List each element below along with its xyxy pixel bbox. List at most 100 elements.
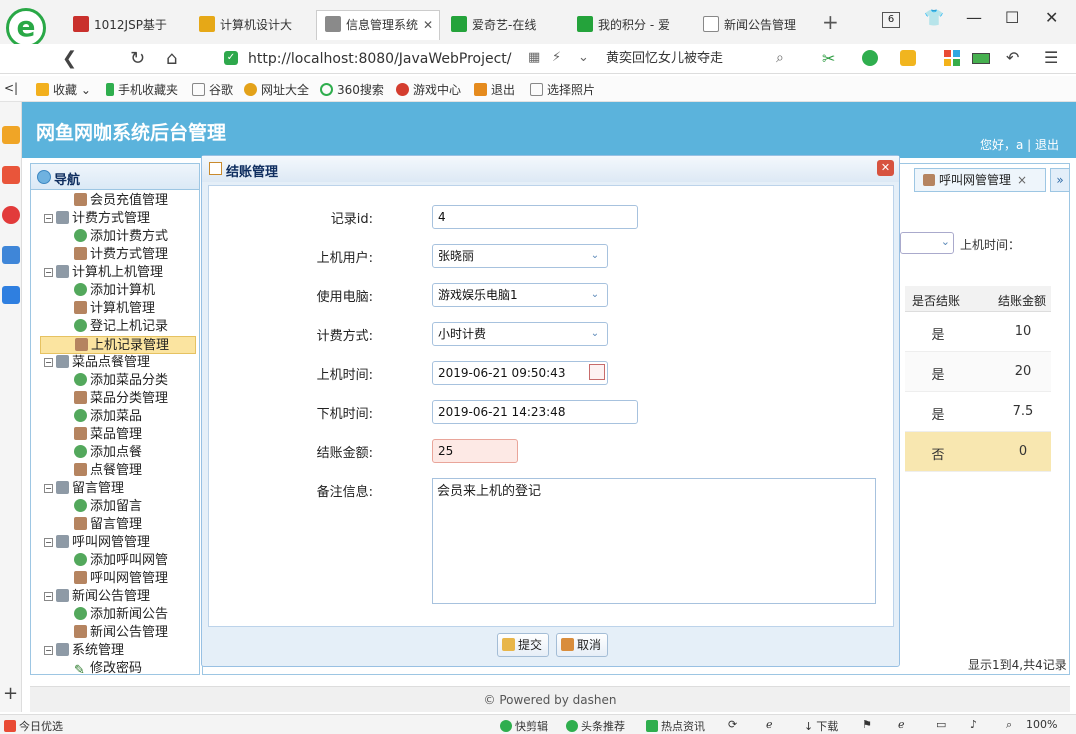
tab-scroll-right-button[interactable]: » [1050,168,1070,192]
lightning-icon[interactable]: ⚡ [552,50,561,65]
nav-item[interactable]: 添加菜品 [74,408,142,426]
nav-item[interactable]: 添加计费方式 [74,228,168,246]
close-tab-icon[interactable]: × [1017,173,1027,187]
url-input[interactable]: http://localhost:8080/JavaWebProject/ [216,48,600,70]
skin-icon[interactable]: 👕 [924,8,944,27]
nav-item[interactable]: 添加菜品分类 [74,372,168,390]
computer-select[interactable]: 游戏娱乐电脑1 ⌄ [432,283,608,307]
column-header-paid[interactable]: 是否结账 [912,292,960,309]
column-header-amount[interactable]: 结账金额 [998,292,1046,309]
dropdown-icon[interactable]: ⌄ [578,50,589,65]
tab-count-badge[interactable]: 6 [882,12,900,28]
nav-item[interactable]: 计算机管理 [74,300,155,318]
nav-item[interactable]: 上机记录管理 [40,336,196,354]
nav-item[interactable]: 添加呼叫网管 [74,552,168,570]
bookmark-item[interactable]: 网址大全 [244,81,309,98]
bookmark-item[interactable]: 选择照片 [530,81,595,98]
browser-tab[interactable]: 计算机设计大 [190,10,314,40]
browser-tab[interactable]: 1012JSP基于 [64,10,188,40]
collapse-toggle-icon[interactable]: − [44,484,53,493]
collapse-toggle-icon[interactable]: − [44,268,53,277]
download-item[interactable]: ↓ 下载 [804,718,838,734]
table-row-selected[interactable]: 否 0 [905,432,1051,472]
nav-item[interactable]: 菜品管理 [74,426,142,444]
nav-item[interactable]: ✎ 修改密码 [74,660,142,678]
search-icon[interactable]: ⌕ [776,50,784,66]
search-input[interactable]: 黄奕回忆女儿被夺走 [606,48,796,70]
nav-group[interactable]: − 呼叫网管管理 [44,534,150,552]
close-window-button[interactable]: ✕ [1045,8,1058,27]
bookmark-item[interactable]: 退出 [474,81,515,98]
nav-group[interactable]: − 计费方式管理 [44,210,150,228]
browser-tab[interactable]: 我的积分 - 爱 [568,10,692,40]
billing-select[interactable]: 小时计费 ⌄ [432,322,608,346]
nav-item[interactable]: 呼叫网管管理 [74,570,168,588]
close-tab-icon[interactable]: ✕ [423,11,433,39]
browser-logo-icon[interactable]: e [6,8,46,48]
apps-icon[interactable] [944,50,960,66]
menu-icon[interactable]: ☰ [1044,48,1058,67]
user-greeting[interactable]: 您好，a | 退出 [980,136,1059,153]
bookmark-item[interactable]: 谷歌 [192,81,233,98]
coupon-icon[interactable] [900,50,916,66]
nav-item[interactable]: 计费方式管理 [74,246,168,264]
table-row[interactable]: 是 7.5 [905,392,1051,432]
zoom-icon[interactable]: ⌕ [1006,718,1012,732]
refresh-button[interactable]: ↻ [130,48,145,69]
back-button[interactable]: ❮ [62,48,77,69]
bookmark-item[interactable]: 游戏中心 [396,81,461,98]
collapse-toggle-icon[interactable]: − [44,538,53,547]
new-tab-button[interactable]: + [822,10,839,34]
calendar-icon[interactable] [589,364,605,380]
cancel-button[interactable]: 取消 [556,633,609,657]
record-id-field[interactable]: 4 [432,205,638,229]
doc-icon[interactable] [2,286,20,304]
collapse-toggle-icon[interactable]: − [44,214,53,223]
collapse-toggle-icon[interactable]: − [44,592,53,601]
filter-select[interactable]: ⌄ [900,232,954,254]
nav-item[interactable]: 留言管理 [74,516,142,534]
scissors-icon[interactable]: ✂ [822,49,835,68]
browser-icon[interactable]: ℯ [898,718,905,731]
nav-item[interactable]: 点餐管理 [74,462,142,480]
rail-add-icon[interactable]: + [3,683,18,704]
browser-tab-active[interactable]: 信息管理系统 ✕ [316,10,440,40]
sidebar-toggle-icon[interactable]: <| [4,81,18,95]
minimize-button[interactable]: — [966,8,982,27]
home-rail-icon[interactable] [2,126,20,144]
nav-item[interactable]: 新闻公告管理 [74,624,168,642]
bookmark-item[interactable]: 手机收藏夹 [106,81,178,98]
nav-item[interactable]: 添加计算机 [74,282,155,300]
nav-group[interactable]: − 留言管理 [44,480,124,498]
tab-call-admin[interactable]: 呼叫网管管理 × [914,168,1046,192]
maximize-button[interactable]: ☐ [1005,8,1019,27]
qr-icon[interactable]: ▦ [528,50,540,65]
flag-icon[interactable]: ⚑ [862,718,872,731]
nav-item[interactable]: 会员充值管理 [74,192,168,210]
mail-icon[interactable] [2,246,20,264]
battery-icon[interactable] [972,53,990,64]
status-item[interactable]: 热点资讯 [646,718,705,734]
nav-item[interactable]: 登记上机记录 [74,318,168,336]
dialog-header[interactable] [202,156,899,182]
screenshot-icon[interactable]: ▭ [936,718,946,731]
volume-icon[interactable]: ♪ [970,718,977,731]
bookmark-favorites[interactable]: 收藏 ⌄ [36,81,91,98]
collapse-toggle-icon[interactable]: − [44,646,53,655]
nav-group[interactable]: − 菜品点餐管理 [44,354,150,372]
weibo-icon[interactable] [2,206,20,224]
nav-item[interactable]: 添加点餐 [74,444,142,462]
zoom-level[interactable]: 100% [1026,718,1057,731]
user-select[interactable]: 张晓丽 ⌄ [432,244,608,268]
nav-group[interactable]: − 系统管理 [44,642,124,660]
nav-item[interactable]: 添加新闻公告 [74,606,168,624]
dialog-close-button[interactable]: ✕ [877,160,894,176]
table-row[interactable]: 是 10 [905,312,1051,352]
translate-icon[interactable] [862,50,878,66]
bookmark-item[interactable]: 360搜索 [320,81,384,98]
nav-item[interactable]: 添加留言 [74,498,142,516]
collapse-toggle-icon[interactable]: − [44,358,53,367]
nav-item[interactable]: 菜品分类管理 [74,390,168,408]
browser-tab[interactable]: 新闻公告管理 [694,10,818,40]
submit-button[interactable]: 提交 [497,633,550,657]
